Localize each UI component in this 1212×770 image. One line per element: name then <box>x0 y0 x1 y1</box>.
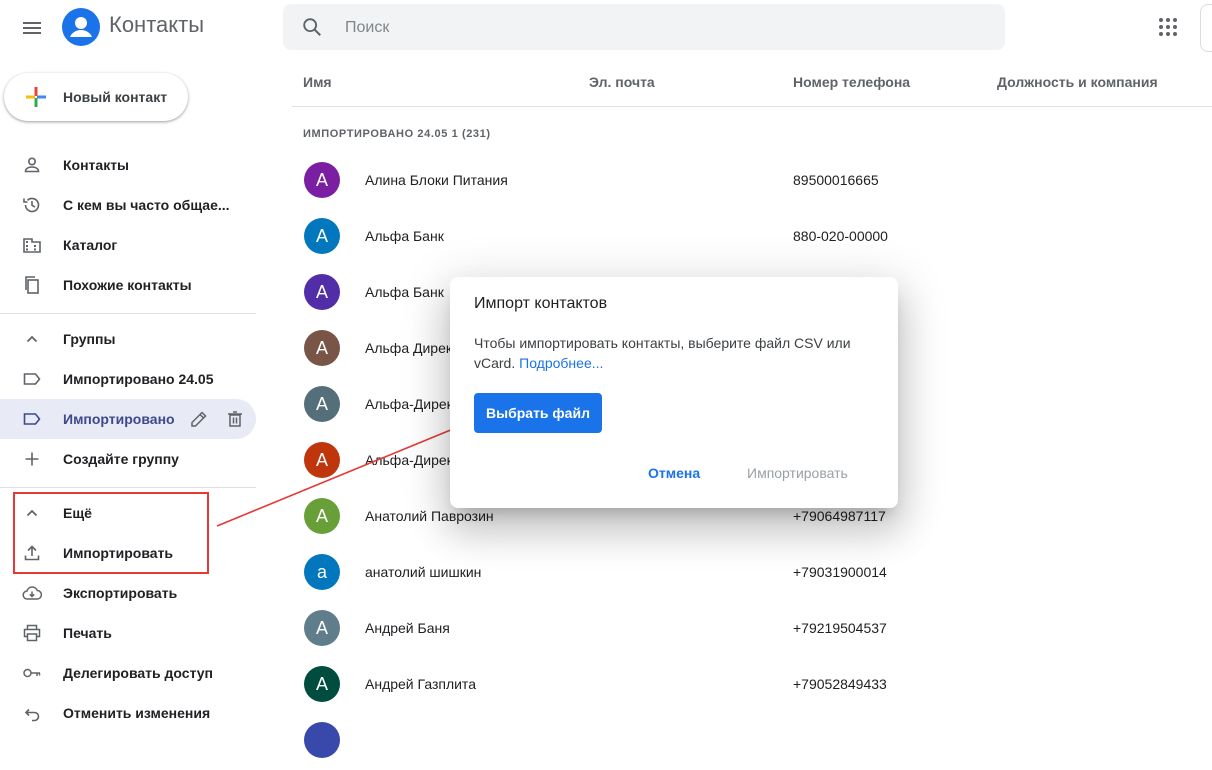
sidebar-item-delegate[interactable]: Делегировать доступ <box>0 653 256 693</box>
contact-name: Альфа Дирек <box>365 340 452 356</box>
column-header-email[interactable]: Эл. почта <box>589 74 655 90</box>
contact-name: Альфа Банк <box>365 284 444 300</box>
sidebar-item-similar[interactable]: Похожие контакты <box>0 265 256 305</box>
learn-more-link[interactable]: Подробнее... <box>519 355 603 371</box>
import-button[interactable]: Импортировать <box>747 465 848 481</box>
edit-icon[interactable] <box>189 409 209 429</box>
avatar: А <box>304 162 340 198</box>
key-icon <box>22 663 42 683</box>
sidebar-item-label: С кем вы часто общае... <box>63 197 230 213</box>
sidebar-item-label: Каталог <box>63 237 118 253</box>
sidebar-item-label: Создайте группу <box>63 451 179 467</box>
column-header-name[interactable]: Имя <box>303 74 332 90</box>
apps-grid-icon[interactable] <box>1158 17 1178 37</box>
avatar: А <box>304 442 340 478</box>
undo-icon <box>22 703 42 723</box>
contact-name: Альфа-Дирек <box>365 396 453 412</box>
new-contact-button[interactable]: Новый контакт <box>4 73 188 121</box>
contact-name: Анатолий Паврозин <box>365 508 494 524</box>
contact-name: Альфа Банк <box>365 228 444 244</box>
highlight-box <box>13 492 209 574</box>
sidebar-divider <box>0 313 256 314</box>
sidebar-item-label: Контакты <box>63 157 130 173</box>
sidebar-divider <box>0 487 256 488</box>
sidebar-item-frequent[interactable]: С кем вы часто общае... <box>0 185 256 225</box>
app-title: Контакты <box>109 12 205 37</box>
sidebar-item-label: Экспортировать <box>63 585 178 601</box>
sidebar-item-label: Похожие контакты <box>63 277 192 293</box>
choose-file-button[interactable]: Выбрать файл <box>474 393 602 433</box>
cloud-download-icon <box>22 583 43 603</box>
contacts-logo-icon <box>62 8 100 46</box>
dialog-title: Импорт контактов <box>474 295 608 312</box>
avatar: А <box>304 386 340 422</box>
new-contact-label: Новый контакт <box>63 89 168 105</box>
contact-phone: +79031900014 <box>793 564 887 580</box>
table-row[interactable] <box>292 714 1212 770</box>
sidebar-item-label: Отменить изменения <box>63 705 211 721</box>
sidebar-item-create-group[interactable]: Создайте группу <box>0 439 256 479</box>
avatar: А <box>304 666 340 702</box>
avatar: А <box>304 610 340 646</box>
account-button[interactable] <box>1200 4 1212 52</box>
sidebar-item-contacts[interactable]: Контакты <box>0 145 256 185</box>
table-row[interactable]: А Андрей Газплита +79052849433 <box>292 658 1212 714</box>
chevron-up-icon <box>22 329 42 349</box>
print-icon <box>22 623 42 643</box>
search-input[interactable] <box>343 12 947 44</box>
person-icon <box>22 155 42 175</box>
contact-phone: +79052849433 <box>793 676 887 692</box>
table-row[interactable]: а анатолий шишкин +79031900014 <box>292 546 1212 602</box>
avatar: а <box>304 554 340 590</box>
column-header-job[interactable]: Должность и компания <box>997 74 1158 90</box>
app-header: Контакты <box>0 0 1212 56</box>
sidebar-item-label: Печать <box>63 625 112 641</box>
sidebar-item-label: Делегировать доступ <box>63 665 214 681</box>
groups-label: Группы <box>63 331 116 347</box>
avatar: А <box>304 498 340 534</box>
contact-name: Андрей Газплита <box>365 676 476 692</box>
import-dialog: Импорт контактов Чтобы импортировать кон… <box>450 277 898 508</box>
table-row[interactable]: А Альфа Банк 880-020-00000 <box>292 210 1212 266</box>
table-row[interactable]: А Андрей Баня +79219504537 <box>292 602 1212 658</box>
contact-phone: 89500016665 <box>793 172 879 188</box>
label-icon <box>22 409 42 429</box>
sidebar-item-directory[interactable]: Каталог <box>0 225 256 265</box>
menu-icon[interactable] <box>20 16 44 40</box>
sidebar-item-undo[interactable]: Отменить изменения <box>0 693 256 733</box>
table-row[interactable]: А Алина Блоки Питания 89500016665 <box>292 154 1212 210</box>
table-header-divider <box>292 106 1212 107</box>
avatar: А <box>304 330 340 366</box>
history-icon <box>22 195 42 215</box>
plus-icon <box>24 85 48 109</box>
cancel-button[interactable]: Отмена <box>648 465 700 481</box>
sidebar-item-export[interactable]: Экспортировать <box>0 573 256 613</box>
avatar: А <box>304 218 340 254</box>
search-icon[interactable] <box>301 16 323 38</box>
column-header-phone[interactable]: Номер телефона <box>793 74 910 90</box>
contact-name: анатолий шишкин <box>365 564 482 580</box>
contact-name: Андрей Баня <box>365 620 450 636</box>
avatar <box>304 722 340 758</box>
dialog-text: Чтобы импортировать контакты, выберите ф… <box>474 333 874 373</box>
contact-phone: +79064987117 <box>793 508 886 524</box>
sidebar-groups-toggle[interactable]: Группы <box>0 319 256 359</box>
sidebar-item-label: Импортировано 24.05 <box>63 371 214 387</box>
delete-icon[interactable] <box>225 409 245 429</box>
contact-name: Алина Блоки Питания <box>365 172 508 188</box>
group-header: ИМПОРТИРОВАНО 24.05 1 (231) <box>303 128 491 140</box>
avatar: А <box>304 274 340 310</box>
search-bar[interactable] <box>283 4 1005 50</box>
label-icon <box>22 369 42 389</box>
sidebar-item-label: Импортировано <box>63 411 175 427</box>
contact-name: Альфа-Дирек <box>365 452 453 468</box>
plus-icon <box>22 449 42 469</box>
sidebar-item-group-imported[interactable]: Импортировано <box>0 399 256 439</box>
sidebar-item-print[interactable]: Печать <box>0 613 256 653</box>
contact-phone: 880-020-00000 <box>793 228 888 244</box>
copy-icon <box>22 275 42 295</box>
sidebar-item-group-imported-2405[interactable]: Импортировано 24.05 <box>0 359 256 399</box>
building-icon <box>22 235 42 255</box>
contact-phone: +79219504537 <box>793 620 887 636</box>
